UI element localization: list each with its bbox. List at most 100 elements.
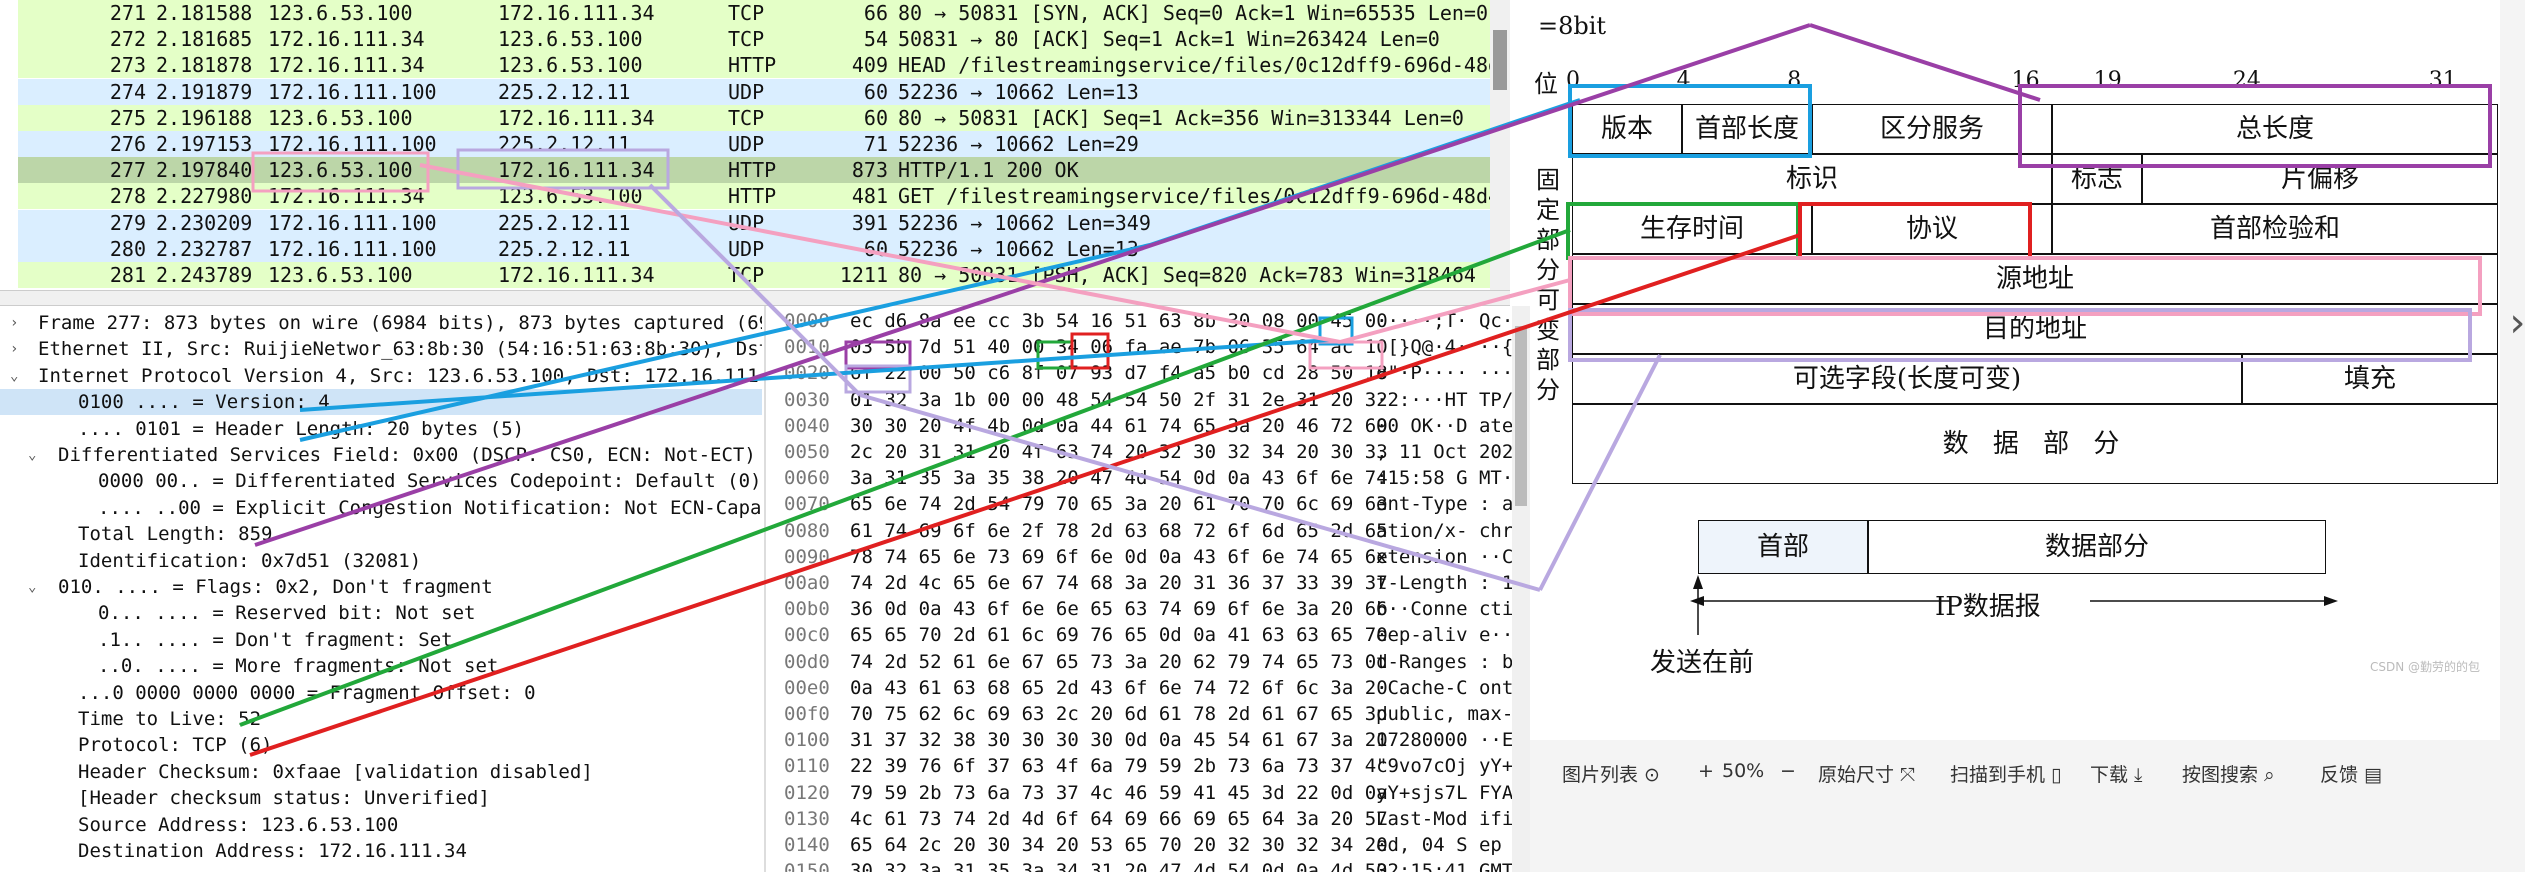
detail-row[interactable]: ⌄ Internet Protocol Version 4, Src: 123.6… <box>0 363 762 389</box>
hex-bytes[interactable]: 70 75 62 6c 69 63 2c 20 6d 61 78 2d 61 6… <box>850 701 1388 727</box>
image-search-button[interactable]: 按图搜索 ⌕ <box>2182 760 2275 787</box>
hex-ascii[interactable]: t-Length : 167397 <box>1376 570 1512 596</box>
collapsed-icon[interactable]: › <box>10 310 18 336</box>
hex-ascii[interactable]: eep-aliv e··Accep <box>1376 622 1512 648</box>
scroll-thumb[interactable] <box>1493 30 1507 90</box>
hex-bytes[interactable]: 0a 43 61 63 68 65 2d 43 6f 6e 74 72 6f 6… <box>850 675 1388 701</box>
hex-bytes[interactable]: 30 30 20 4f 4b 0d 0a 44 61 74 65 3a 20 4… <box>850 413 1388 439</box>
zoom-in-button[interactable]: + <box>1698 760 1714 782</box>
packet-row[interactable]: 271 2.181588 123.6.53.100 172.16.111.34 TCP 6… <box>18 0 1510 26</box>
packet-row[interactable]: 274 2.191879 172.16.111.100 225.2.12.11 UDP 6… <box>18 78 1510 105</box>
hex-bytes[interactable]: ec d6 8a ee cc 3b 54 16 51 63 8b 30 08 0… <box>850 308 1388 334</box>
detail-row[interactable]: .... 0101 = Header Length: 20 bytes (5) <box>0 416 762 442</box>
hex-ascii[interactable]: 00 OK··D ate: Fri <box>1376 413 1512 439</box>
hex-ascii[interactable]: ·····;T· Qc·0··E· <box>1376 308 1512 334</box>
scan-to-phone-button[interactable]: 扫描到手机 ▯ <box>1950 760 2062 787</box>
hex-ascii[interactable]: public, max-age= <box>1376 701 1512 727</box>
detail-row[interactable]: .... ..00 = Explicit Congestion Notifica… <box>0 495 762 521</box>
field-version: 版本 <box>1572 104 1682 154</box>
packet-bytes-scrollbar[interactable] <box>1512 306 1530 872</box>
hex-ascii[interactable]: ·[}Q@·4· ··{·5d·· <box>1376 334 1512 360</box>
hex-bytes[interactable]: 6f 22 00 50 c6 8f 07 93 d7 f4 a5 b0 cd 2… <box>850 360 1388 386</box>
detail-row[interactable]: 0100 .... = Version: 4 <box>0 389 762 416</box>
hex-bytes[interactable]: 03 5b 7d 51 40 00 34 06 fa ae 7b 06 35 6… <box>850 334 1388 360</box>
packet-row[interactable]: 277 2.197840 123.6.53.100 172.16.111.34 HTTP… <box>18 157 1510 184</box>
detail-row[interactable]: › Frame 277: 873 bytes on wire (6984 bits… <box>0 310 762 336</box>
hex-bytes[interactable]: 74 2d 52 61 6e 67 65 73 3a 20 62 79 74 6… <box>850 649 1388 675</box>
hex-bytes[interactable]: 65 65 70 2d 61 6c 69 76 65 0d 0a 41 63 6… <box>850 622 1388 648</box>
hex-ascii[interactable]: ·Cache-C ontrol: <box>1376 675 1512 701</box>
detail-row[interactable]: Total Length: 859 <box>0 521 762 547</box>
packet-row[interactable]: 278 2.227980 172.16.111.34 123.6.53.100 HTTP… <box>18 183 1510 210</box>
hex-ascii[interactable]: xtension ··Conten <box>1376 544 1512 570</box>
detail-row[interactable]: [Header checksum status: Unverified] <box>0 785 762 811</box>
packet-len: 60 <box>863 236 888 261</box>
detail-row[interactable]: Destination Address: 172.16.111.34 <box>0 838 762 864</box>
hex-ascii[interactable]: "9vo7cOj yY+sjs7L <box>1376 753 1512 779</box>
hex-bytes[interactable]: 65 64 2c 20 30 34 20 53 65 70 20 32 30 3… <box>850 832 1388 858</box>
hex-ascii[interactable]: :15:58 G MT··Cont <box>1376 465 1512 491</box>
hex-ascii[interactable]: ·2:···HT TP/1.1 2 <box>1376 387 1512 413</box>
detail-row[interactable]: ⌄ Differentiated Services Field: 0x00 (DS… <box>0 442 762 468</box>
packet-row[interactable]: 280 2.232787 172.16.111.100 225.2.12.11 UDP 6… <box>18 235 1510 262</box>
detail-row[interactable]: Time to Live: 52 <box>0 706 762 732</box>
hex-ascii[interactable]: o"·P···· ·····(P· <box>1376 360 1512 386</box>
hex-ascii[interactable]: 17280000 ··ETag: <box>1376 727 1512 753</box>
detail-row[interactable]: 0000 00.. = Differentiated Services Code… <box>0 468 762 494</box>
detail-row[interactable]: Protocol: TCP (6) <box>0 732 762 758</box>
packet-row[interactable]: 276 2.197153 172.16.111.100 225.2.12.11 UDP 7… <box>18 131 1510 157</box>
next-image-icon[interactable]: › <box>2505 300 2525 346</box>
packet-dst: 123.6.53.100 <box>498 53 643 78</box>
hex-bytes[interactable]: 61 74 69 6f 6e 2f 78 2d 63 68 72 6f 6d 6… <box>850 518 1388 544</box>
expanded-icon[interactable]: ⌄ <box>28 442 36 468</box>
hex-bytes[interactable]: 01 32 3a 1b 00 00 48 54 54 50 2f 31 2e 3… <box>850 387 1388 413</box>
hex-ascii[interactable]: t-Ranges : bytes· <box>1376 649 1512 675</box>
expanded-icon[interactable]: ⌄ <box>10 363 18 389</box>
expanded-icon[interactable]: ⌄ <box>28 574 36 600</box>
detail-row[interactable]: Identification: 0x7d51 (32081) <box>0 548 762 574</box>
hex-ascii[interactable]: 02:15:41 GMT··MS <box>1376 858 1512 872</box>
detail-row[interactable]: Header Checksum: 0xfaae [validation disa… <box>0 759 762 785</box>
zoom-out-button[interactable]: − <box>1780 760 1796 782</box>
hex-bytes[interactable]: 2c 20 31 31 20 4f 63 74 20 32 30 32 34 2… <box>850 439 1388 465</box>
detail-row[interactable]: ..0. .... = More fragments: Not set <box>0 653 762 679</box>
hex-bytes[interactable]: 31 37 32 38 30 30 30 30 0d 0a 45 54 61 6… <box>850 727 1388 753</box>
hex-bytes[interactable]: 79 59 2b 73 6a 73 37 4c 46 59 41 45 3d 2… <box>850 780 1388 806</box>
detail-row[interactable]: Source Address: 123.6.53.100 <box>0 812 762 838</box>
packet-row[interactable]: 281 2.243789 123.6.53.100 172.16.111.34 TCP 1… <box>18 262 1510 288</box>
hex-bytes[interactable]: 78 74 65 6e 73 69 6f 6e 0d 0a 43 6f 6e 7… <box>850 544 1388 570</box>
hex-ascii[interactable]: 6··Conne ction: k <box>1376 596 1512 622</box>
hex-ascii[interactable]: ed, 04 S ep 2024 <box>1376 832 1512 858</box>
download-button[interactable]: 下载 ⤓ <box>2090 760 2142 787</box>
hex-ascii[interactable]: ation/x- chrome-e <box>1376 518 1512 544</box>
detail-row[interactable]: 0... .... = Reserved bit: Not set <box>0 600 762 626</box>
scroll-thumb[interactable] <box>1515 326 1527 506</box>
packet-row[interactable]: 272 2.181685 172.16.111.34 123.6.53.100 TCP 5… <box>18 26 1510 53</box>
hex-ascii[interactable]: ent-Type : applic <box>1376 491 1512 517</box>
detail-row[interactable]: ...0 0000 0000 0000 = Fragment Offset: 0 <box>0 680 762 706</box>
hex-ascii[interactable]: , 11 Oct 2024 03 <box>1376 439 1512 465</box>
original-size-button[interactable]: 原始尺寸 ⤧ <box>1818 760 1915 787</box>
hex-bytes[interactable]: 4c 61 73 74 2d 4d 6f 64 69 66 69 65 64 3… <box>850 806 1388 832</box>
packet-src: 172.16.111.34 <box>268 53 425 78</box>
hex-bytes[interactable]: 36 0d 0a 43 6f 6e 6e 65 63 74 69 6f 6e 3… <box>850 596 1388 622</box>
detail-row[interactable]: › Ethernet II, Src: RuijieNetwor_63:8b:30… <box>0 336 762 362</box>
hex-bytes[interactable]: 65 6e 74 2d 54 79 70 65 3a 20 61 70 70 6… <box>850 491 1388 517</box>
feedback-button[interactable]: 反馈 ▤ <box>2320 760 2382 787</box>
hex-bytes[interactable]: 3a 31 35 3a 35 38 20 47 4d 54 0d 0a 43 6… <box>850 465 1388 491</box>
hex-ascii[interactable]: yY+sjs7L FYAE="·· <box>1376 780 1512 806</box>
image-list-button[interactable]: 图片列表 ⊙ <box>1562 760 1660 787</box>
hex-bytes[interactable]: 74 2d 4c 65 6e 67 74 68 3a 20 31 36 37 3… <box>850 570 1388 596</box>
hex-bytes[interactable]: 22 39 76 6f 37 63 4f 6a 79 59 2b 73 6a 7… <box>850 753 1388 779</box>
collapsed-icon[interactable]: › <box>10 336 18 362</box>
packet-list-hscrollbar[interactable] <box>0 290 1510 306</box>
packet-row[interactable]: 273 2.181878 172.16.111.34 123.6.53.100 HTTP… <box>18 52 1510 79</box>
packet-row[interactable]: 275 2.196188 123.6.53.100 172.16.111.34 TCP 6… <box>18 104 1510 131</box>
packet-list-scrollbar[interactable] <box>1490 0 1510 290</box>
hex-bytes[interactable]: 30 32 3a 31 35 3a 34 31 20 47 4d 54 0d 0… <box>850 858 1388 872</box>
detail-row[interactable]: .1.. .... = Don't fragment: Set <box>0 627 762 653</box>
detail-row[interactable]: ⌄ 010. .... = Flags: 0x2, Don't fragment <box>0 574 762 600</box>
hex-ascii[interactable]: Last-Mod ified: W <box>1376 806 1512 832</box>
hex-offset: 0090 <box>784 545 830 568</box>
packet-row[interactable]: 279 2.230209 172.16.111.100 225.2.12.11 UDP 3… <box>18 209 1510 236</box>
